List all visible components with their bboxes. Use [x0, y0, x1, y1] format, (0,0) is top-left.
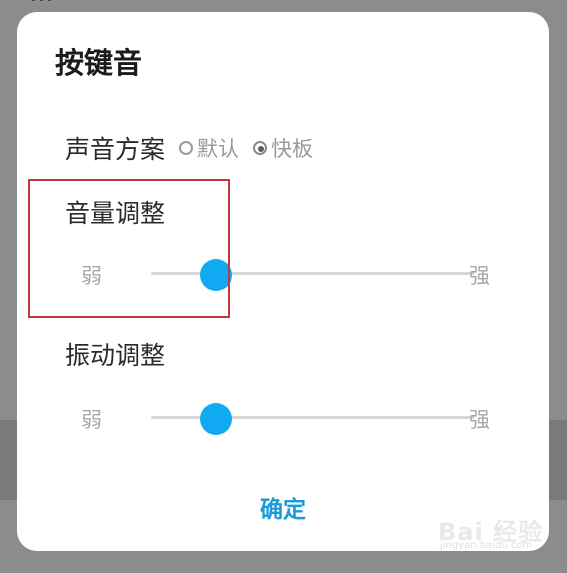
background-partial-text: ... — [30, 0, 54, 7]
radio-default-label: 默认 — [197, 137, 240, 161]
sound-scheme-label: 声音方案 — [65, 135, 166, 164]
vibration-max-label: 强 — [469, 408, 490, 432]
vibration-min-label: 弱 — [81, 408, 102, 432]
radio-option-allegro[interactable]: 快板 — [253, 133, 313, 163]
radio-allegro-label: 快板 — [271, 137, 314, 161]
radio-default-icon[interactable] — [179, 141, 194, 155]
annotation-highlight-box — [28, 179, 230, 318]
watermark-url: jingyan.baidu.com — [440, 540, 533, 551]
vibration-slider-thumb[interactable] — [199, 403, 232, 435]
vibration-label: 振动调整 — [65, 341, 166, 370]
radio-allegro-icon[interactable] — [253, 141, 268, 155]
volume-max-label: 强 — [469, 264, 490, 288]
radio-option-default[interactable]: 默认 — [179, 133, 239, 163]
dialog-title: 按键音 — [55, 46, 143, 80]
vibration-slider-row: 弱 强 — [65, 398, 505, 438]
vibration-slider-track[interactable] — [151, 403, 475, 435]
baidu-watermark: Bai 经验 jingyan.baidu.com — [438, 512, 556, 556]
sound-scheme-row: 声音方案 默认 快板 — [65, 130, 327, 166]
